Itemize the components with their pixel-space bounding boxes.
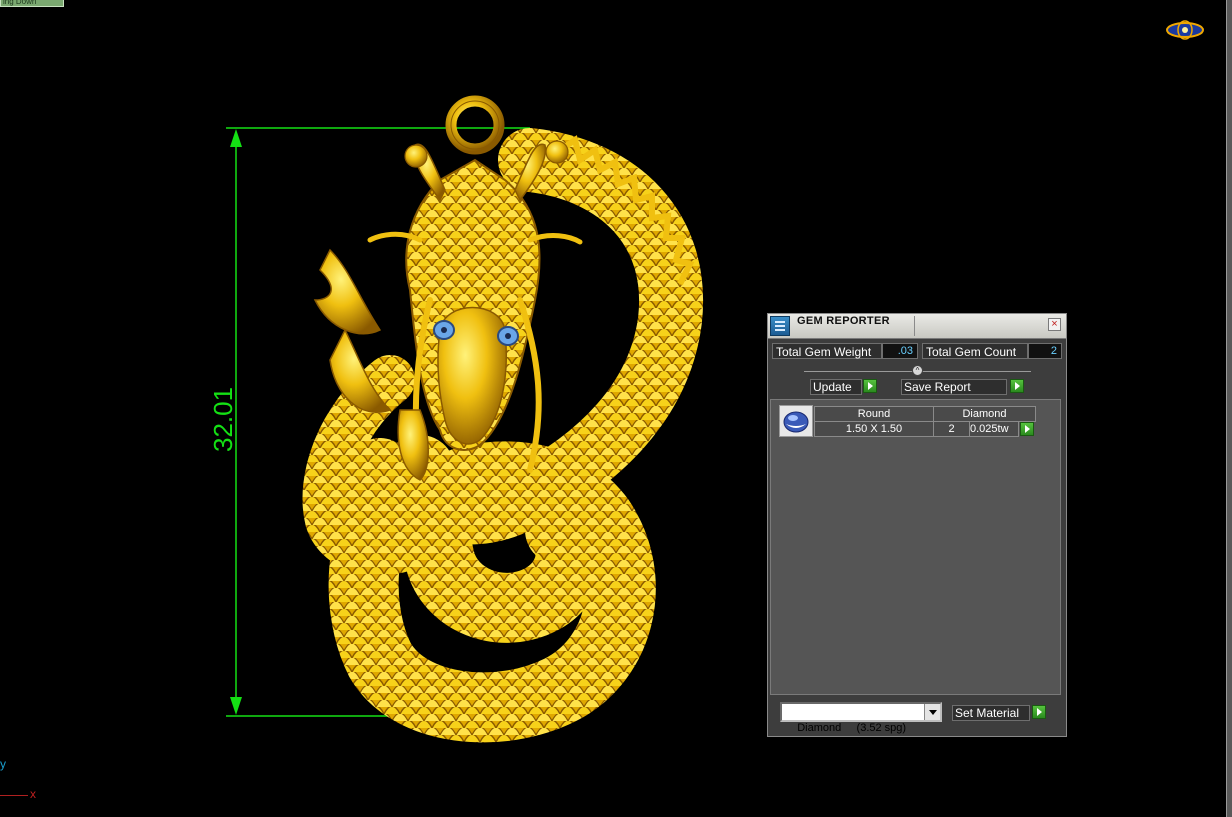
close-button[interactable]: × bbox=[1048, 318, 1061, 331]
gem-row-go-icon[interactable] bbox=[1020, 422, 1034, 436]
update-go-icon[interactable] bbox=[863, 379, 877, 393]
save-report-button[interactable]: Save Report bbox=[901, 379, 1007, 395]
save-report-go-icon[interactable] bbox=[1010, 379, 1024, 393]
total-gem-weight-value: .03 bbox=[882, 343, 918, 359]
material-select[interactable]: Diamond (3.52 spg) bbox=[780, 702, 942, 734]
axis-y-label: y bbox=[0, 757, 6, 771]
gem-size-cell: 1.50 X 1.50 bbox=[814, 421, 934, 437]
gem-list[interactable]: Round Diamond 1.50 X 1.50 2 0.025tw bbox=[770, 399, 1061, 695]
set-material-go-icon[interactable] bbox=[1032, 705, 1046, 719]
total-gem-count-value: 2 bbox=[1028, 343, 1062, 359]
collapse-knob-icon[interactable]: ^ bbox=[912, 365, 923, 376]
material-select-value: Diamond (3.52 spg) bbox=[797, 722, 907, 734]
gem-weight-cell: 0.025tw bbox=[969, 421, 1019, 437]
panel-title-bar[interactable]: GEM REPORTER × bbox=[768, 314, 1066, 339]
gem-reporter-panel[interactable]: GEM REPORTER × Total Gem Weight .03 Tota… bbox=[767, 313, 1067, 737]
axis-x-line bbox=[0, 795, 28, 796]
gem-shape-cell: Round bbox=[814, 406, 934, 422]
round-gem-icon bbox=[779, 405, 813, 437]
total-gem-weight-label: Total Gem Weight bbox=[772, 343, 882, 359]
dragon-model[interactable] bbox=[302, 95, 704, 743]
gem-material-cell: Diamond bbox=[933, 406, 1036, 422]
total-gem-count-label: Total Gem Count bbox=[922, 343, 1028, 359]
dimension-value-label: 32.01 bbox=[208, 387, 238, 452]
gem-count-cell: 2 bbox=[933, 421, 970, 437]
chevron-down-icon[interactable] bbox=[924, 704, 940, 720]
pendant-bail-ring bbox=[445, 95, 505, 155]
set-material-button[interactable]: Set Material bbox=[952, 705, 1030, 721]
window-right-border bbox=[1226, 0, 1232, 817]
view-gizmo-icon[interactable] bbox=[1164, 19, 1206, 41]
axis-x-label: x bbox=[30, 787, 36, 801]
title-divider bbox=[914, 316, 915, 336]
gem-reporter-icon bbox=[770, 316, 790, 336]
update-button[interactable]: Update bbox=[810, 379, 862, 395]
panel-title: GEM REPORTER bbox=[797, 315, 890, 327]
